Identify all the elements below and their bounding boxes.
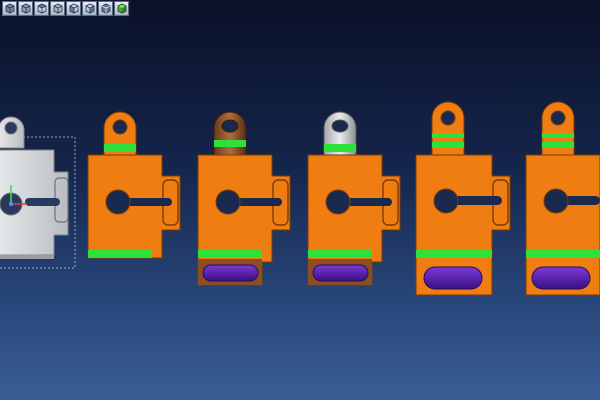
- part-stage-3[interactable]: [307, 111, 401, 286]
- part-tab-band: [214, 140, 246, 147]
- part-stage-1[interactable]: [87, 111, 181, 259]
- 3d-viewport[interactable]: [0, 0, 600, 400]
- part-stage-5[interactable]: [525, 101, 600, 296]
- part-tab: [213, 111, 247, 156]
- selected-part-slot: [25, 198, 60, 206]
- parts-canvas: [0, 101, 600, 296]
- part-bottom-slot: [423, 266, 483, 290]
- part-bottom-band: [526, 250, 600, 258]
- selected-part-tab-hole: [4, 121, 18, 135]
- part-tab-band: [324, 144, 356, 152]
- part-stage-2[interactable]: [197, 111, 291, 286]
- part-tab-band-upper: [542, 133, 574, 138]
- part-bottom-band: [88, 250, 152, 258]
- part-tab-hole: [331, 119, 349, 133]
- selected-part-bottom-edge: [0, 255, 54, 259]
- part-tab-hole: [221, 119, 239, 133]
- part-bottom-band: [416, 250, 492, 258]
- part-bottom-slot: [202, 264, 259, 282]
- part-bottom-band: [308, 250, 372, 258]
- part-tab-hole: [440, 110, 456, 126]
- part-tab-band-lower: [432, 142, 464, 148]
- part-body: [87, 154, 181, 259]
- part-tab-band: [104, 144, 136, 152]
- part-hole: [105, 189, 131, 215]
- part-stage-4[interactable]: [415, 101, 511, 296]
- axis-origin-icon: [9, 202, 13, 206]
- part-tab-band-lower: [542, 142, 574, 148]
- part-hole: [325, 189, 351, 215]
- part-hole: [215, 189, 241, 215]
- part-hole: [543, 188, 569, 214]
- selected-part[interactable]: [0, 116, 76, 269]
- part-bottom-band: [198, 250, 262, 258]
- part-tab-hole: [112, 119, 128, 135]
- part-tab-band-upper: [432, 133, 464, 138]
- part-tab-hole: [550, 110, 566, 126]
- part-bottom-slot: [531, 266, 591, 290]
- part-bottom-slot: [312, 264, 369, 282]
- part-hole: [433, 188, 459, 214]
